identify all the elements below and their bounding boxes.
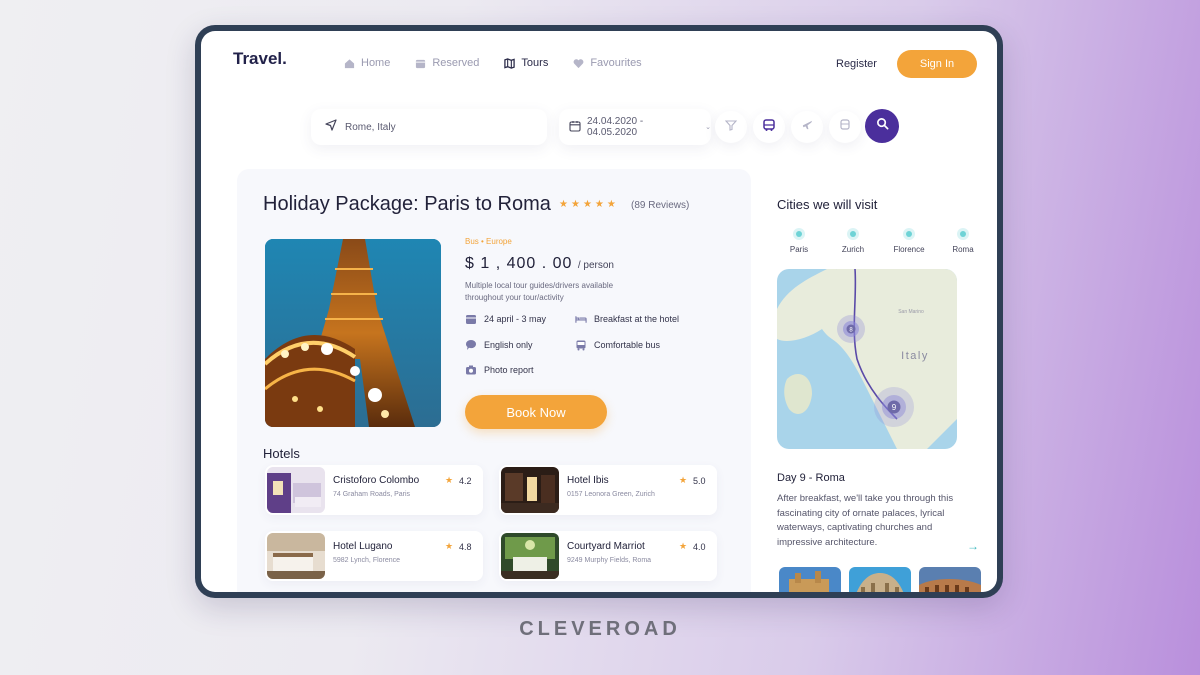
navigation-arrow-icon [325,118,337,136]
gallery-photo[interactable] [779,567,841,592]
hotel-photo [501,533,559,579]
gallery-photo[interactable] [919,567,981,592]
map-region-label: San Marino [898,309,924,315]
feature-breakfast: Breakfast at the hotel [575,313,679,325]
city-florence[interactable]: Florence [884,231,934,254]
city-dot [906,231,912,237]
nav-tours[interactable]: Tours [503,57,548,69]
hotel-card[interactable]: Hotel Ibis 0157 Leonora Green, Zurich ★ … [499,465,717,515]
hotel-card[interactable]: Cristoforo Colombo 74 Graham Roads, Pari… [265,465,483,515]
calendar-icon [465,313,477,325]
feature-bus: Comfortable bus [575,339,660,351]
package-title: Holiday Package: Paris to Roma [263,193,551,215]
calendar-icon [569,120,581,135]
brand-logo[interactable]: Travel. [233,49,287,69]
hotel-photo [267,533,325,579]
calendar-icon [414,57,426,69]
search-bar: 24.04.2020 - 04.05.2020 ⌄ [311,109,911,145]
date-range-value: 24.04.2020 - 04.05.2020 [587,116,644,138]
location-input[interactable] [345,121,525,133]
star-icon: ★ [679,541,688,551]
plane-icon [801,118,814,136]
search-button[interactable] [865,109,899,143]
filter-icon [724,118,738,136]
hotel-photo [501,467,559,513]
filter-button[interactable] [715,111,747,143]
chevron-down-icon: ⌄ [705,124,711,131]
star-icon: ★ [445,541,454,551]
city-paris[interactable]: Paris [774,231,824,254]
star-icon: ★ [582,199,592,210]
top-nav: Travel. Home Reserved Tours Favourites R… [201,31,997,95]
map-marker-b: 9 [892,403,897,412]
map-icon [503,57,515,69]
heart-icon [572,57,584,69]
camera-icon [465,364,477,376]
city-zurich[interactable]: Zurich [828,231,878,254]
train-icon [839,118,851,136]
reviews-count[interactable]: (89 Reviews) [631,200,689,211]
search-icon [876,117,889,135]
star-icon: ★ [606,199,616,210]
nav-reserved[interactable]: Reserved [414,57,479,69]
bus-icon [575,339,587,351]
package-description: Multiple local tour guides/drivers avail… [465,281,614,302]
date-range-field[interactable]: 24.04.2020 - 04.05.2020 ⌄ [559,109,711,145]
route-map[interactable]: 8 9 Italy San Marino [777,269,957,449]
nav-links: Home Reserved Tours Favourites [343,57,642,69]
map-country-label: Italy [901,350,929,362]
star-icon: ★ [445,475,454,485]
brand-footer: CLEVEROAD [519,618,681,640]
cities-heading: Cities we will visit [777,197,878,212]
plane-mode-button[interactable] [791,111,823,143]
nav-home[interactable]: Home [343,57,390,69]
feature-dates: 24 april - 3 may [465,313,546,325]
city-dot [960,231,966,237]
package-card: Holiday Package: Paris to Roma ★ ★ ★ ★ ★… [237,169,751,592]
arrow-right-icon[interactable]: → [967,539,979,553]
bus-icon [762,118,776,137]
day-title: Day 9 - Roma [777,472,845,484]
package-tag: Bus • Europe [465,237,512,246]
hotels-heading: Hotels [263,446,300,461]
bed-icon [575,313,587,325]
hotel-photo [267,467,325,513]
tablet-frame: Travel. Home Reserved Tours Favourites R… [195,25,1003,598]
hotel-card[interactable]: Courtyard Marriot 9249 Murphy Fields, Ro… [499,531,717,581]
train-mode-button[interactable] [829,111,861,143]
city-roma[interactable]: Roma [938,231,988,254]
rating-stars: ★ ★ ★ ★ ★ [559,199,616,210]
star-icon: ★ [594,199,604,210]
day-description: After breakfast, we'll take you through … [777,493,954,548]
city-dot [796,231,802,237]
register-link[interactable]: Register [836,58,877,70]
location-field[interactable] [311,109,547,145]
feature-photo: Photo report [465,364,534,376]
gallery-photo[interactable] [849,567,911,592]
hotel-card[interactable]: Hotel Lugano 5982 Lynch, Florence ★ 4.8 [265,531,483,581]
sign-in-button[interactable]: Sign In [897,50,977,78]
home-icon [343,57,355,69]
star-icon: ★ [679,475,688,485]
book-now-button[interactable]: Book Now [465,395,607,429]
nav-favourites[interactable]: Favourites [572,57,642,69]
eiffel-tower-photo [265,239,441,427]
bus-mode-button[interactable] [753,111,785,143]
feature-language: English only [465,339,533,351]
app-screen: Travel. Home Reserved Tours Favourites R… [201,31,997,592]
city-dot [850,231,856,237]
package-price: $ 1 , 400 . 00 / person [465,255,614,272]
chat-icon [465,339,477,351]
star-icon: ★ [559,199,568,210]
star-icon: ★ [570,199,580,210]
